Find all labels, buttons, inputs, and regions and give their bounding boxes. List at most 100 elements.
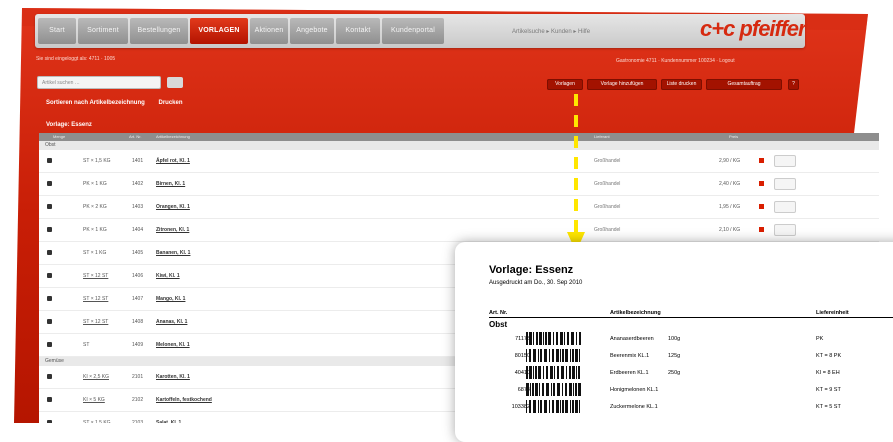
row-pack: PK × 1 KG [83,181,107,187]
barcode-icon [526,332,581,345]
row-status-icon [47,342,52,347]
sheet-divider [489,317,893,318]
table-row: ST × 1,5 KG 1401 Äpfel rot, Kl. 1 Großhande… [39,150,879,173]
sheet-description: Erdbeeren KL.1 [610,370,649,376]
action-button[interactable]: Vorlagen [547,79,583,90]
row-pack[interactable]: ST × 12 ST [83,319,108,325]
sheet-col-unit: Liefereinheit [816,310,849,316]
barcode-icon [526,400,580,413]
sheet-title: Vorlage: Essenz [489,264,574,276]
tab-item[interactable]: Angebote [290,18,334,44]
action-button[interactable]: Vorlage hinzufügen [587,79,657,90]
col-price: Preis [729,134,739,139]
top-links[interactable]: Artikelsuche ▸ Kunden ▸ Hilfe [512,28,590,35]
row-pack[interactable]: KI × 2,5 KG [83,374,109,380]
delete-icon[interactable] [759,158,764,163]
row-status-icon [47,204,52,209]
tab-item[interactable]: Sortiment [78,18,128,44]
main-tabs: Start Sortiment Bestellungen VORLAGEN Aktion… [38,18,444,44]
tab-item[interactable]: Bestellungen [130,18,188,44]
sheet-row: 80150 Beerenmix KL.1 125g KT = 8 PK [455,349,893,365]
sheet-row: 103382 Zuckermelone KL.1 KT = 5 ST [455,400,893,416]
row-supplier: Großhandel [594,158,621,164]
row-status-icon [47,296,52,301]
cart-icon[interactable] [774,178,796,190]
row-description[interactable]: Kartoffeln, festkochend [156,397,212,403]
tab-item[interactable]: Aktionen [250,18,288,44]
row-price: 2,90 / KG [719,158,741,164]
print-link[interactable]: Drucken [158,100,182,106]
login-info: Sie sind eingeloggt als: 4711 · 1005 [36,56,116,62]
sheet-row: 40410 Erdbeeren KL.1 250g KI = 8 EH [455,366,893,382]
action-button[interactable]: Gesamtauftrag [706,79,782,90]
sheet-subtitle: Ausgedruckt am Do., 30. Sep 2010 [489,280,583,286]
row-art-nr: 1402 [132,181,144,187]
sheet-row: 71175 Ananaserdbeeren 100g PK [455,332,893,348]
row-status-icon [47,374,52,379]
print-preview-sheet: Vorlage: Essenz Ausgedruckt am Do., 30. … [455,242,893,442]
sheet-unit: KT = 5 ST [816,404,841,410]
row-art-nr: 1405 [132,250,144,256]
row-description[interactable]: Melonen, Kl. 1 [156,342,190,348]
row-description[interactable]: Ananas, Kl. 1 [156,319,187,325]
delete-icon[interactable] [759,181,764,186]
row-art-nr: 1401 [132,158,144,164]
row-status-icon [47,227,52,232]
row-pack: ST × 1,5 KG [83,158,111,164]
cart-icon[interactable] [774,155,796,167]
cart-icon[interactable] [774,201,796,213]
customer-info[interactable]: Gastronomie 4711 · Kundennummer 100234 ·… [616,58,735,64]
row-supplier: Großhandel [594,181,621,187]
row-pack[interactable]: KI × 5 KG [83,397,105,403]
sheet-row: 6874 Honigmelonen KL.1 KT = 9 ST [455,383,893,399]
tab-item[interactable]: Kontakt [336,18,380,44]
col-supplier: Lieferant [594,134,610,139]
sheet-unit: KT = 9 ST [816,387,841,393]
delete-icon[interactable] [759,204,764,209]
tab-item[interactable]: Start [38,18,76,44]
col-description: Artikelbezeichnung [156,134,190,139]
row-description[interactable]: Birnen, Kl. 1 [156,181,185,187]
search-input[interactable]: Artikel suchen … [37,76,161,89]
row-art-nr: 1409 [132,342,144,348]
row-pack: PK × 2 KG [83,204,107,210]
row-description[interactable]: Äpfel rot, Kl. 1 [156,158,190,164]
row-status-icon [47,397,52,402]
brand-logo: c+c pfeiffer [700,16,807,41]
search-button[interactable] [167,77,183,88]
table-row: PK × 1 KG 1404 Zitronen, Kl. 1 Großhandel 2,… [39,219,879,242]
tab-item[interactable]: VORLAGEN [190,18,248,44]
sheet-unit: KI = 8 EH [816,370,840,376]
row-description[interactable]: Mango, Kl. 1 [156,296,185,302]
sheet-group-label: Obst [489,320,508,329]
row-description[interactable]: Zitronen, Kl. 1 [156,227,189,233]
tab-item[interactable]: Kundenportal [382,18,444,44]
row-pack: PK × 1 KG [83,227,107,233]
sheet-quantity: 250g [668,370,681,376]
row-status-icon [47,250,52,255]
row-supplier: Großhandel [594,227,621,233]
row-description[interactable]: Bananen, Kl. 1 [156,250,190,256]
sort-option[interactable]: Sortieren nach Artikelbezeichnung [46,100,145,106]
barcode-icon [526,366,580,379]
col-quantity: Menge [53,134,66,139]
row-description[interactable]: Kiwi, Kl. 1 [156,273,180,279]
sheet-quantity: 100g [668,336,681,342]
delete-icon[interactable] [759,227,764,232]
sheet-description: Honigmelonen KL.1 [610,387,659,393]
sort-row: Sortieren nach Artikelbezeichnung Drucke… [46,100,183,106]
action-button[interactable]: ? [788,79,799,90]
cart-icon[interactable] [774,224,796,236]
row-pack: ST × 1 KG [83,250,107,256]
row-art-nr: 2101 [132,374,144,380]
row-description[interactable]: Karotten, Kl. 1 [156,374,190,380]
sheet-unit: PK [816,336,824,342]
action-button[interactable]: Liste drucken [661,79,702,90]
row-pack[interactable]: ST × 12 ST [83,273,108,279]
row-art-nr: 1403 [132,204,144,210]
row-status-icon [47,181,52,186]
row-pack[interactable]: ST × 12 ST [83,296,108,302]
row-art-nr: 2102 [132,397,144,403]
row-description[interactable]: Orangen, Kl. 1 [156,204,190,210]
group-header: Obst [39,141,879,150]
